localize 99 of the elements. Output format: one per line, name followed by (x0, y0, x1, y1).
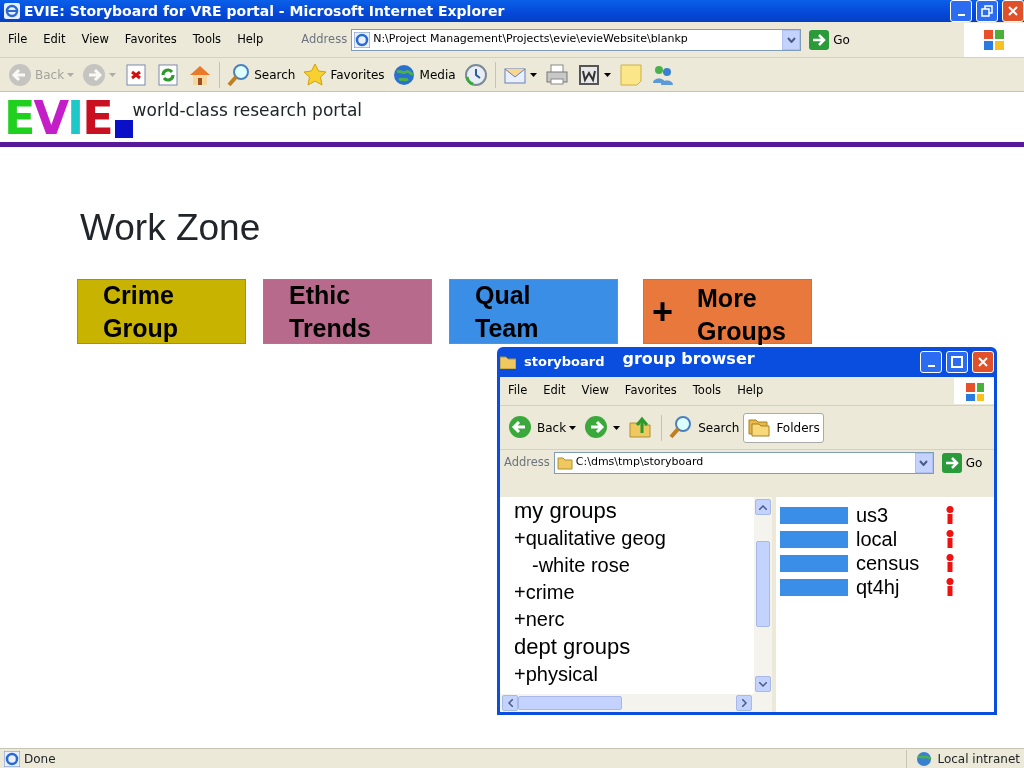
caret-icon (507, 699, 513, 707)
address-field[interactable]: N:\Project Management\Projects\evie\evieWebsite\blankp (351, 28, 802, 51)
horizontal-scrollbar[interactable] (500, 694, 772, 712)
restore-icon (981, 5, 993, 17)
group-name[interactable]: local (856, 527, 938, 551)
dropdown-button[interactable] (782, 29, 801, 50)
star-icon (303, 62, 328, 87)
page-icon (4, 750, 20, 767)
group-bar (780, 578, 848, 596)
window-subtitle: group browser (622, 348, 755, 370)
menu-item[interactable]: Tools (692, 382, 722, 400)
vertical-scrollbar[interactable] (754, 497, 772, 694)
caret-icon (741, 699, 747, 707)
favorites-button[interactable]: Favorites (299, 60, 389, 89)
page-heading: Work Zone (80, 207, 262, 249)
globe-icon (392, 62, 417, 87)
group-name[interactable]: census (856, 551, 938, 575)
go-button[interactable]: Go (937, 452, 987, 473)
tree-item[interactable]: +nerc (514, 606, 565, 633)
close-icon (1007, 5, 1019, 17)
menu-item[interactable]: Tools (192, 30, 222, 49)
address-label: Address (504, 453, 550, 471)
tree-item[interactable]: -white rose (532, 552, 630, 579)
globe-icon (915, 750, 934, 767)
menu-item[interactable]: Help (237, 30, 264, 49)
menu-item[interactable]: Edit (543, 382, 566, 400)
info-icon (946, 530, 954, 548)
group-button[interactable]: Qual Team (449, 279, 618, 344)
tree-item[interactable]: +qualitative geog (514, 525, 666, 552)
dropdown-button[interactable] (914, 452, 933, 473)
search-icon (227, 62, 252, 87)
printer-icon (544, 62, 569, 87)
refresh-icon (156, 62, 181, 87)
browser-icon (4, 3, 20, 19)
search-button[interactable]: Search (223, 60, 300, 89)
caret-icon (603, 72, 611, 77)
info-icon (946, 506, 954, 524)
caret-icon (67, 72, 75, 77)
caret-icon (109, 72, 117, 77)
menu-item[interactable]: Favorites (624, 382, 677, 400)
window-title: EVIE: Storyboard for VRE portal - Microsoft Internet Explorer (24, 1, 505, 21)
group-bar (780, 554, 848, 572)
info-icon (946, 554, 954, 572)
caret-icon (529, 72, 537, 77)
caret-icon (919, 459, 929, 466)
maximize-icon (951, 356, 963, 368)
address-field[interactable]: C:\dms\tmp\storyboard (553, 451, 934, 474)
caret-icon (569, 425, 577, 430)
restore-button[interactable] (976, 0, 998, 22)
evie-logo: EVIE (4, 98, 133, 138)
group-name[interactable]: qt4hj (856, 575, 938, 599)
menu-item[interactable]: File (8, 30, 28, 49)
menu-item[interactable]: File (508, 382, 528, 400)
group-bar (780, 530, 848, 548)
folder-icon (556, 454, 573, 471)
stop-icon (124, 62, 149, 87)
caret-icon (786, 36, 796, 43)
minimize-button[interactable] (950, 0, 972, 22)
group-name[interactable]: us3 (856, 503, 938, 527)
close-button[interactable] (972, 351, 994, 373)
security-zone: Local intranet (937, 750, 1020, 768)
caret-icon (759, 504, 767, 510)
media-button[interactable]: Media (388, 60, 460, 89)
tree-item[interactable]: +crime (514, 579, 575, 606)
page-icon (354, 31, 371, 48)
document-w-icon (576, 62, 601, 87)
tagline: world-class research portal (132, 99, 363, 122)
menu-item[interactable]: View (581, 382, 609, 400)
minimize-button[interactable] (920, 351, 942, 373)
tree-item[interactable]: +physical (514, 661, 598, 688)
info-icon (946, 578, 954, 596)
minimize-icon (927, 365, 935, 367)
caret-icon (613, 425, 621, 430)
status-text: Done (24, 750, 56, 768)
group-button[interactable]: Ethic Trends (263, 279, 432, 344)
caret-icon (759, 681, 767, 687)
go-button[interactable]: Go (805, 29, 854, 50)
menu-item[interactable]: Favorites (124, 30, 177, 49)
note-icon (618, 62, 643, 87)
close-button[interactable] (1002, 0, 1024, 22)
search-button[interactable]: Search (665, 412, 744, 443)
tree-heading[interactable]: my groups (514, 497, 617, 525)
menu-item[interactable]: View (81, 30, 109, 49)
menu-item[interactable]: Edit (43, 30, 66, 49)
folders-button[interactable]: Folders (743, 412, 824, 443)
minimize-icon (957, 14, 965, 16)
group-bar (780, 506, 848, 524)
window-title: storyboard (524, 353, 605, 372)
windows-flag-icon (964, 381, 984, 401)
menu-item[interactable]: Help (737, 382, 764, 400)
close-icon (977, 356, 989, 368)
folder-icon (500, 355, 516, 369)
maximize-button[interactable] (946, 351, 968, 373)
address-label: Address (301, 30, 348, 48)
back-button[interactable]: Back (504, 412, 581, 443)
tree-heading[interactable]: dept groups (514, 633, 631, 661)
group-button[interactable]: Crime Group (77, 279, 246, 344)
clock-icon (463, 62, 488, 87)
windows-flag-icon (982, 27, 1006, 52)
